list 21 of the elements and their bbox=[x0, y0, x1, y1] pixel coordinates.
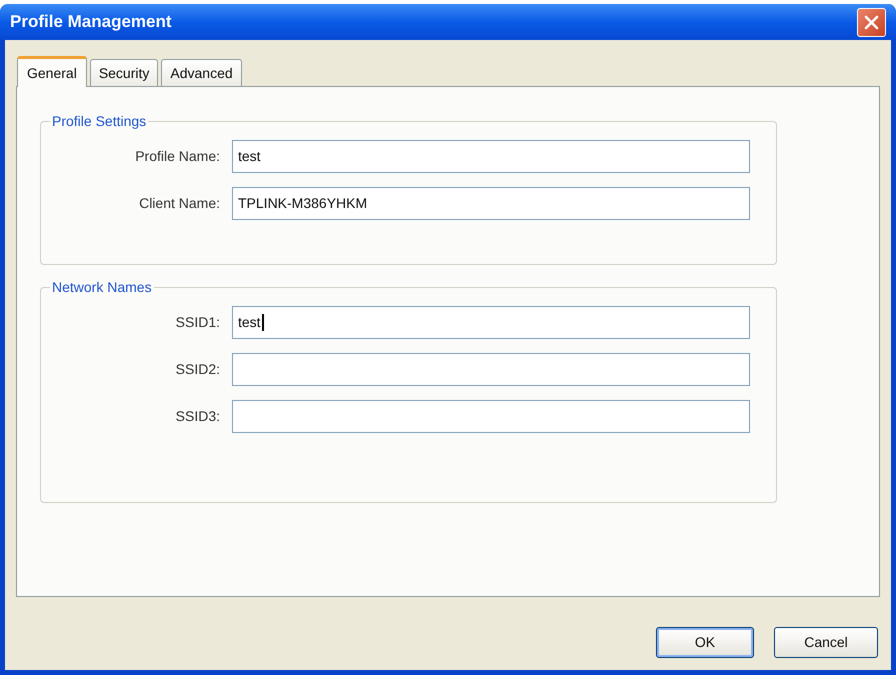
tab[interactable]: Security bbox=[90, 59, 158, 86]
close-icon bbox=[864, 14, 879, 30]
field-label: SSID2: bbox=[174, 360, 220, 379]
text-field[interactable]: test bbox=[232, 306, 750, 339]
text-cursor bbox=[262, 314, 264, 331]
field-label: Profile Name: bbox=[134, 147, 220, 166]
field-label: Client Name: bbox=[138, 194, 220, 213]
tab[interactable]: General bbox=[17, 56, 87, 87]
text-field[interactable] bbox=[232, 353, 750, 386]
text-field[interactable] bbox=[232, 400, 750, 433]
field-label: SSID3: bbox=[174, 407, 220, 426]
window-title: Profile Management bbox=[10, 11, 172, 34]
dialog-button[interactable]: OK bbox=[656, 627, 754, 658]
text-field[interactable]: test bbox=[232, 140, 750, 173]
close-button[interactable] bbox=[857, 8, 886, 36]
group-title: Network Names bbox=[51, 278, 153, 297]
group-title: Profile Settings bbox=[51, 112, 148, 131]
dialog-button[interactable]: Cancel bbox=[774, 627, 878, 658]
text-field[interactable]: TPLINK-M386YHKM bbox=[232, 187, 750, 220]
field-label: SSID1: bbox=[174, 313, 220, 332]
tab[interactable]: Advanced bbox=[161, 59, 242, 86]
